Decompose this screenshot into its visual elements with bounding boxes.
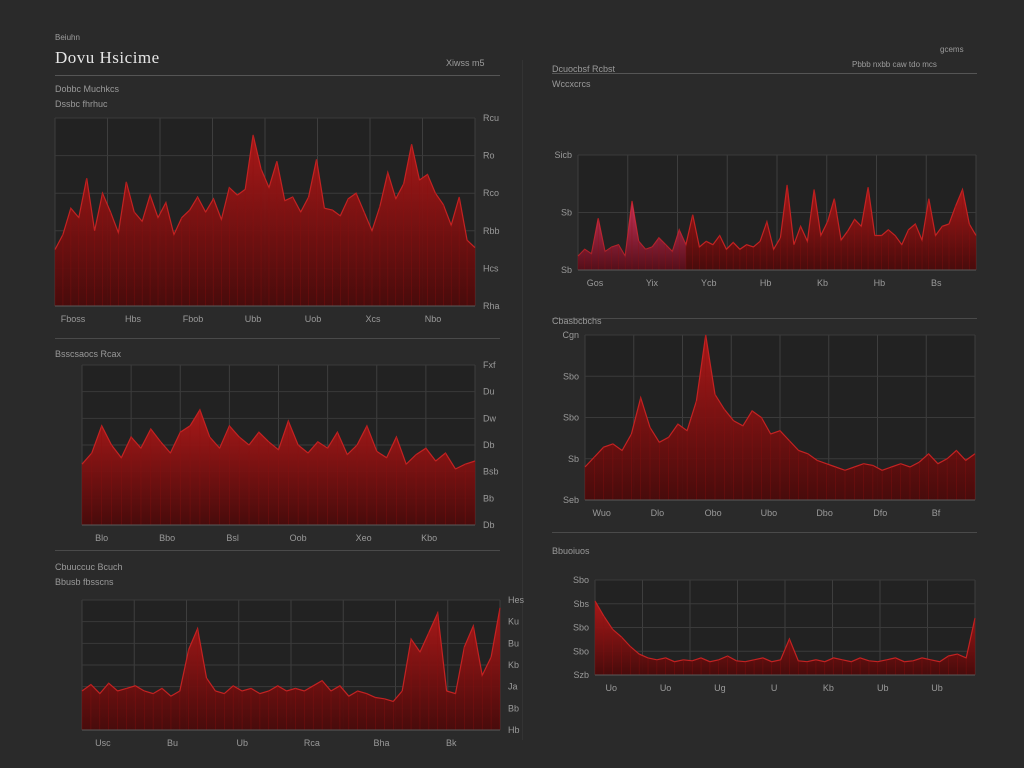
x-tick-label: Ug — [714, 683, 726, 693]
y-tick-label: Szb — [573, 670, 589, 680]
x-tick-label: Kb — [823, 683, 834, 693]
x-tick-label: Ub — [931, 683, 943, 693]
x-tick-label: Uo — [606, 683, 618, 693]
x-tick-label: Uo — [660, 683, 672, 693]
y-tick-label: Sbs — [573, 599, 589, 609]
x-tick-label: U — [771, 683, 778, 693]
x-tick-label: Ub — [877, 683, 889, 693]
chart-c6: Bbuoiuos Sbo Sbs Sbo Sbo Szb Uo Uo Ug U Kb Ub Ub — [552, 546, 976, 693]
y-tick-label: Sbo — [573, 575, 589, 585]
y-tick-label: Sbo — [573, 623, 589, 633]
chart-title: Bbuoiuos — [552, 546, 590, 556]
y-tick-label: Sbo — [573, 646, 589, 656]
